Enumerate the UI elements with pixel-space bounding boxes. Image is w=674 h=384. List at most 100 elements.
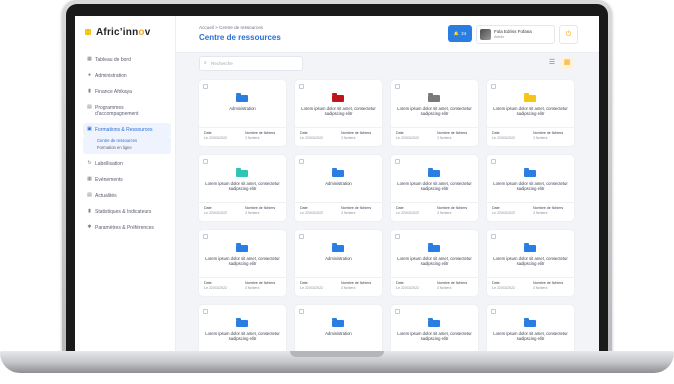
card-checkbox[interactable] — [395, 159, 400, 164]
card-checkbox[interactable] — [491, 234, 496, 239]
user-menu[interactable]: Fola Edriss Fofana Admin — [476, 25, 555, 44]
breadcrumb[interactable]: Accueil > Centre de ressources — [199, 25, 263, 30]
resource-card[interactable]: Lorem ipsum dolor sit amet, consectetur … — [295, 80, 382, 146]
card-files: Nombre de fichiers 3 fichiers — [533, 131, 563, 140]
card-title: Administration — [325, 331, 352, 336]
card-files: Nombre de fichiers 3 fichiers — [245, 206, 275, 215]
resource-card[interactable]: Administration Date Le 22/03/2022 Nombre… — [295, 230, 382, 296]
resource-card[interactable]: Administration — [295, 305, 382, 351]
card-checkbox[interactable] — [299, 234, 304, 239]
card-title: Lorem ipsum dolor sit amet, consectetur … — [493, 106, 568, 117]
sidebar-item-7[interactable]: ▤ Actualités — [83, 189, 171, 203]
card-files: Nombre de fichiers 3 fichiers — [437, 281, 467, 290]
card-date: Date Le 22/03/2022 — [396, 131, 419, 140]
sidebar-item-3[interactable]: ▤ Programmes d'accompagnement — [83, 101, 171, 121]
user-role: Admin — [494, 35, 505, 39]
card-footer: Date Le 22/03/2022 Nombre de fichiers 3 … — [199, 127, 286, 147]
folder-icon — [428, 168, 440, 177]
sidebar-item-4[interactable]: ▣ Formations & Ressources — [83, 123, 171, 137]
card-checkbox[interactable] — [395, 84, 400, 89]
grid-icon: ▦ — [563, 59, 571, 66]
resource-card[interactable]: Lorem ipsum dolor sit amet, consectetur … — [487, 230, 574, 296]
resource-card[interactable]: Lorem ipsum dolor sit amet, consectetur … — [487, 80, 574, 146]
files-value: 3 fichiers — [437, 135, 452, 140]
resource-card[interactable]: Lorem ipsum dolor sit amet, consectetur … — [391, 230, 478, 296]
stats-icon: ▮ — [88, 208, 91, 214]
card-checkbox[interactable] — [299, 84, 304, 89]
grid-view-button[interactable]: ▦ — [561, 57, 573, 69]
sidebar-item-1[interactable]: ● Administration — [83, 69, 171, 83]
files-label: Nombre de fichiers — [245, 206, 276, 210]
notifications-button[interactable]: 🔔 24 — [448, 25, 472, 42]
card-checkbox[interactable] — [491, 309, 496, 314]
card-files: Nombre de fichiers 3 fichiers — [437, 206, 467, 215]
card-date: Date Le 22/03/2022 — [204, 206, 227, 215]
logo[interactable]: Afric’innov — [85, 25, 150, 39]
card-date: Date Le 22/03/2022 — [300, 206, 323, 215]
resource-card[interactable]: Lorem ipsum dolor sit amet, consectetur … — [487, 305, 574, 351]
resource-card[interactable]: Administration Date Le 22/03/2022 Nombre… — [295, 155, 382, 221]
sidebar-item-8[interactable]: ▮ Statistiques & Indicateurs — [83, 205, 171, 219]
list-view-button[interactable]: ☰ — [547, 58, 557, 68]
sidebar-item-9[interactable]: ✱ Paramètres & Préférences — [83, 221, 171, 235]
card-files: Nombre de fichiers 3 fichiers — [245, 281, 275, 290]
resource-card[interactable]: Lorem ipsum dolor sit amet, consectetur … — [391, 155, 478, 221]
date-value: Le 22/03/2022 — [204, 285, 227, 290]
card-checkbox[interactable] — [395, 309, 400, 314]
files-label: Nombre de fichiers — [245, 281, 276, 285]
card-title: Lorem ipsum dolor sit amet, consectetur … — [493, 181, 568, 192]
card-checkbox[interactable] — [395, 234, 400, 239]
card-date: Date Le 22/03/2022 — [204, 281, 227, 290]
search-icon: ⌕ — [204, 60, 207, 66]
card-title: Lorem ipsum dolor sit amet, consectetur … — [397, 181, 472, 192]
resource-card[interactable]: Lorem ipsum dolor sit amet, consectetur … — [199, 155, 286, 221]
avatar — [480, 29, 491, 40]
card-checkbox[interactable] — [203, 309, 208, 314]
card-checkbox[interactable] — [299, 159, 304, 164]
sidebar-item-0[interactable]: ▦ Tableau de bord — [83, 53, 171, 67]
sidebar-item-label: Statistiques & Indicateurs — [95, 209, 152, 215]
card-files: Nombre de fichiers 3 fichiers — [437, 131, 467, 140]
resource-card[interactable]: Lorem ipsum dolor sit amet, consectetur … — [199, 305, 286, 351]
sidebar-subitem-0[interactable]: Centre de ressources — [97, 137, 171, 144]
folder-icon — [332, 318, 344, 327]
resource-card[interactable]: Lorem ipsum dolor sit amet, consectetur … — [391, 305, 478, 351]
card-footer: Date Le 22/03/2022 Nombre de fichiers 3 … — [391, 127, 478, 147]
sidebar-item-label: Finance Afrikaya — [95, 89, 132, 95]
card-checkbox[interactable] — [491, 159, 496, 164]
power-icon: ⏻ — [565, 31, 572, 38]
folder-icon — [236, 318, 248, 327]
card-title: Administration — [229, 106, 256, 111]
search-input[interactable] — [211, 58, 296, 68]
resource-card[interactable]: Lorem ipsum dolor sit amet, consectetur … — [391, 80, 478, 146]
folder-icon — [236, 168, 248, 177]
sidebar-item-5[interactable]: ↻ Labellisation — [83, 157, 171, 171]
files-value: 3 fichiers — [533, 135, 548, 140]
card-footer: Date Le 22/03/2022 Nombre de fichiers 3 … — [199, 202, 286, 222]
files-label: Nombre de fichiers — [437, 206, 468, 210]
sidebar-item-6[interactable]: ▦ Evènements — [83, 173, 171, 187]
resource-card[interactable]: Lorem ipsum dolor sit amet, consectetur … — [487, 155, 574, 221]
files-value: 3 fichiers — [341, 285, 356, 290]
sidebar-subitem-1[interactable]: Formation en ligne — [97, 144, 171, 151]
resource-card[interactable]: Administration Date Le 22/03/2022 Nombre… — [199, 80, 286, 146]
card-checkbox[interactable] — [203, 159, 208, 164]
folder-icon — [332, 168, 344, 177]
card-checkbox[interactable] — [203, 234, 208, 239]
settings-icon: ✱ — [87, 224, 92, 230]
search-box[interactable]: ⌕ — [199, 56, 303, 71]
card-checkbox[interactable] — [203, 84, 208, 89]
card-checkbox[interactable] — [491, 84, 496, 89]
laptop-notch — [290, 351, 384, 357]
card-date: Date Le 22/03/2022 — [492, 206, 515, 215]
card-checkbox[interactable] — [299, 309, 304, 314]
date-value: Le 22/03/2022 — [300, 135, 323, 140]
resource-card[interactable]: Lorem ipsum dolor sit amet, consectetur … — [199, 230, 286, 296]
sidebar-item-label: Administration — [95, 73, 127, 79]
date-value: Le 22/03/2022 — [492, 210, 515, 215]
logout-button[interactable]: ⏻ — [559, 25, 578, 44]
card-title: Lorem ipsum dolor sit amet, consectetur … — [205, 256, 280, 267]
folder-icon — [524, 168, 536, 177]
sidebar-item-2[interactable]: ▮ Finance Afrikaya — [83, 85, 171, 99]
folder-icon — [524, 243, 536, 252]
